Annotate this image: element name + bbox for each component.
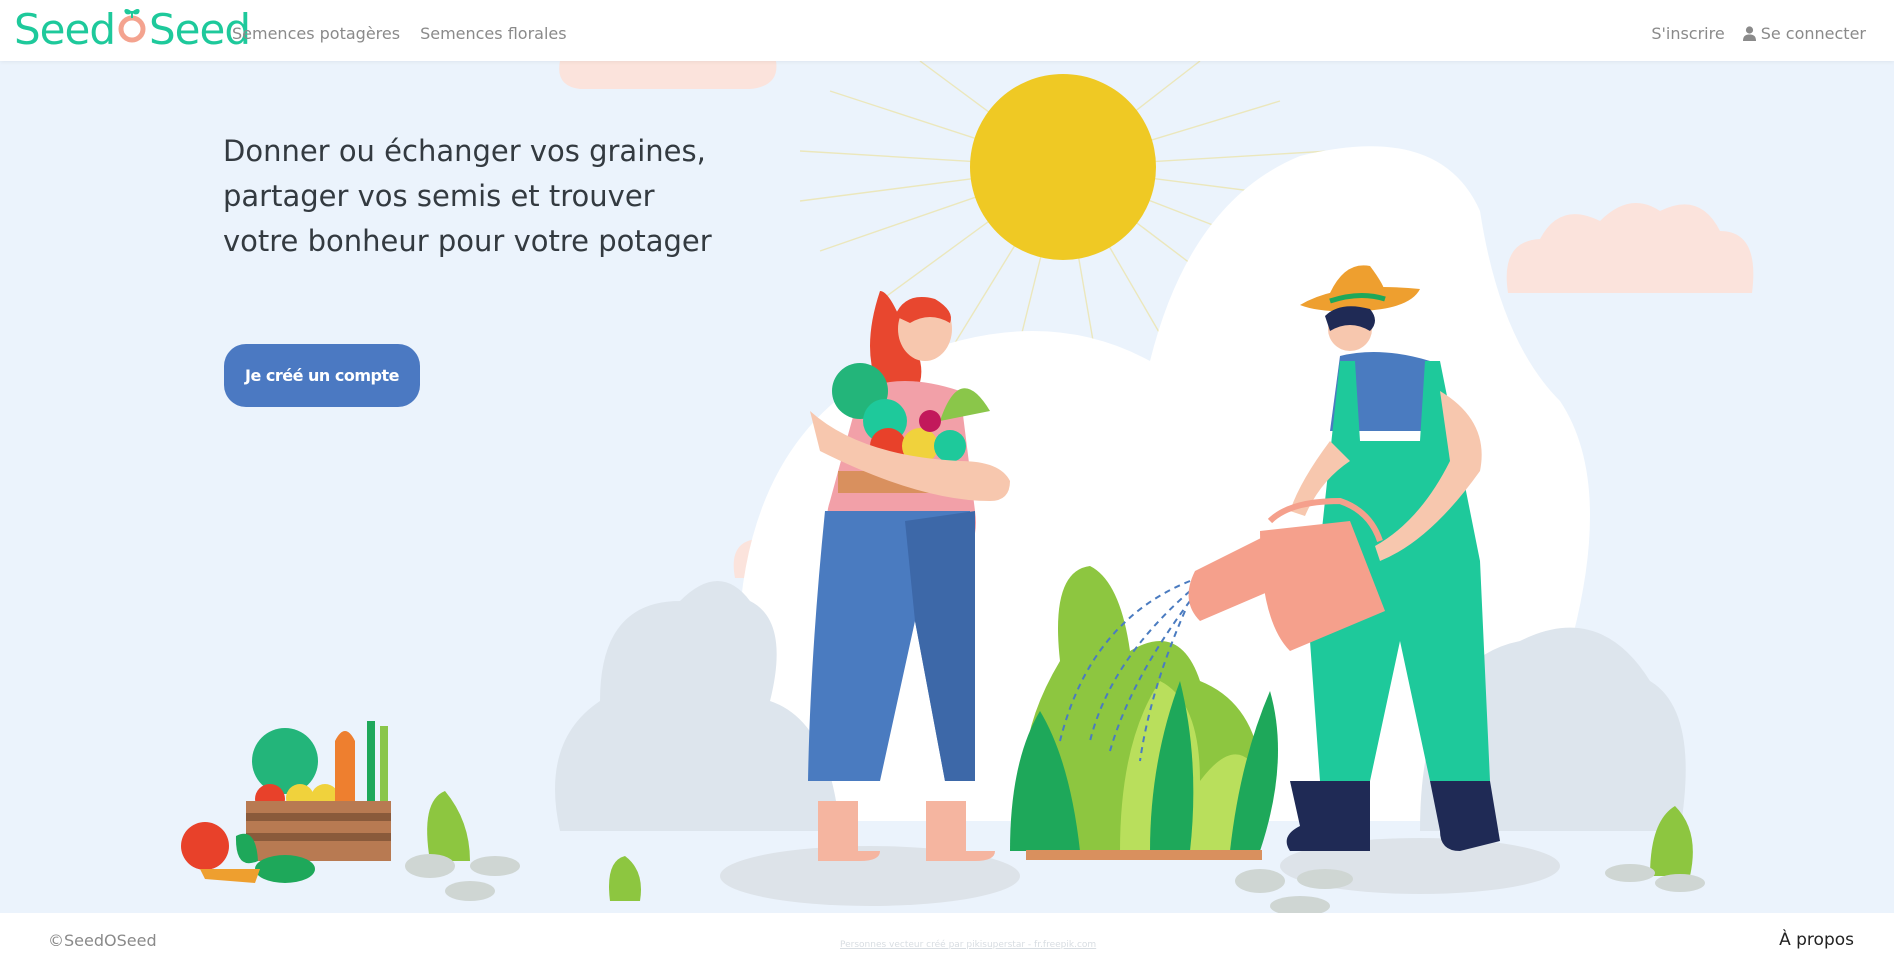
login-label: Se connecter — [1760, 24, 1866, 43]
account-nav: S'inscrire Se connecter — [1651, 24, 1866, 43]
nav-flower-seeds[interactable]: Semences florales — [420, 24, 567, 43]
hero-section: Donner ou échanger vos graines, partager… — [0, 61, 1894, 913]
image-credit-link[interactable]: Personnes vecteur créé par pikisuperstar… — [840, 940, 1096, 950]
footer: ©SeedOSeed Personnes vecteur créé par pi… — [0, 913, 1894, 967]
logo[interactable]: Seed Seed — [14, 4, 251, 54]
copyright-text: ©SeedOSeed — [48, 931, 157, 950]
sun — [970, 74, 1156, 260]
signup-link[interactable]: S'inscrire — [1651, 24, 1724, 43]
logo-sprout-icon — [117, 8, 147, 44]
main-nav: Semences potagères Semences florales — [232, 24, 567, 43]
logo-text-left: Seed — [14, 4, 116, 54]
hero-title: Donner ou échanger vos graines, partager… — [223, 134, 712, 258]
create-account-button[interactable]: Je créé un compte — [224, 344, 420, 407]
nav-vegetable-seeds[interactable]: Semences potagères — [232, 24, 400, 43]
cloud — [559, 61, 777, 89]
user-icon — [1742, 26, 1756, 41]
login-link[interactable]: Se connecter — [1742, 24, 1866, 43]
vegetable-crate — [181, 721, 391, 883]
cloud — [1506, 203, 1754, 293]
about-link[interactable]: À propos — [1779, 930, 1854, 950]
top-navbar: Seed Seed Semences potagères Semences fl… — [0, 0, 1894, 61]
